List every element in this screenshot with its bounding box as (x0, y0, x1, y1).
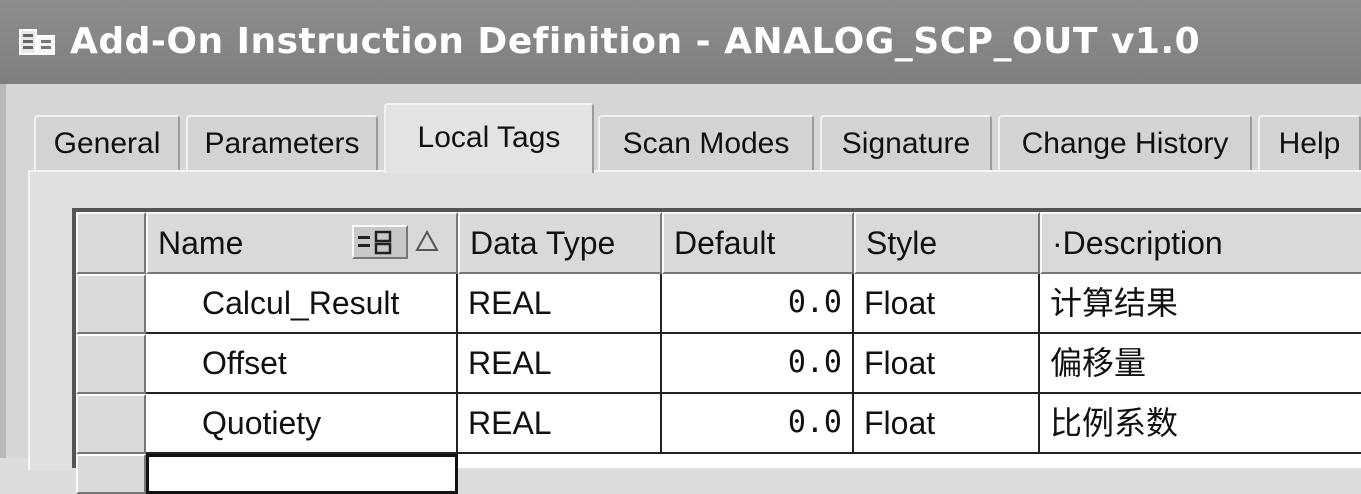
tab-change-history[interactable]: Change History (998, 115, 1252, 171)
title-bar[interactable]: Add-On Instruction Definition - ANALOG_S… (0, 0, 1361, 84)
tag-name-cell[interactable]: Calcul_Result (146, 274, 458, 334)
column-header-style[interactable]: Style (854, 212, 1040, 274)
tab-scan-modes[interactable]: Scan Modes (598, 115, 814, 171)
tab-parameters[interactable]: Parameters (186, 115, 378, 171)
column-header-default[interactable]: Default (662, 212, 854, 274)
default-value-cell[interactable]: 0.0 (662, 334, 854, 394)
show-hierarchy-toggle-button[interactable] (352, 225, 408, 259)
row-selector[interactable] (76, 274, 146, 334)
row-selector[interactable] (76, 334, 146, 394)
style-cell[interactable]: Float (854, 334, 1040, 394)
row-selector[interactable] (76, 454, 146, 494)
default-value-cell[interactable]: 0.0 (662, 274, 854, 334)
data-type-cell[interactable]: REAL (458, 394, 662, 454)
column-header-data-type[interactable]: Data Type (458, 212, 662, 274)
tag-name-cell[interactable]: Offset (146, 334, 458, 394)
tab-strip: General Parameters Local Tags Scan Modes… (28, 103, 1361, 173)
tab-general[interactable]: General (34, 115, 180, 171)
style-cell[interactable]: Float (854, 274, 1040, 334)
description-cell[interactable]: 计算结果 (1040, 274, 1361, 334)
aoi-definition-icon (18, 26, 58, 58)
sort-ascending-icon[interactable] (412, 226, 442, 258)
description-cell[interactable]: 偏移量 (1040, 334, 1361, 394)
local-tags-grid: Name Data Type Default Style ·Descriptio… (72, 208, 1361, 494)
window-title: Add-On Instruction Definition - ANALOG_S… (70, 21, 1201, 62)
new-tag-name-cell[interactable] (146, 454, 458, 494)
tab-help[interactable]: Help (1258, 115, 1361, 171)
style-cell[interactable]: Float (854, 394, 1040, 454)
default-value-cell[interactable]: 0.0 (662, 394, 854, 454)
tab-signature[interactable]: Signature (820, 115, 992, 171)
row-selector[interactable] (76, 394, 146, 454)
data-type-cell[interactable]: REAL (458, 334, 662, 394)
description-cell[interactable]: 比例系数 (1040, 394, 1361, 454)
tag-name-cell[interactable]: Quotiety (146, 394, 458, 454)
tab-local-tags[interactable]: Local Tags (384, 103, 594, 173)
column-header-name-label: Name (158, 225, 244, 261)
column-header-description[interactable]: ·Description (1040, 212, 1361, 274)
select-all-corner[interactable] (76, 212, 146, 274)
data-type-cell[interactable]: REAL (458, 274, 662, 334)
